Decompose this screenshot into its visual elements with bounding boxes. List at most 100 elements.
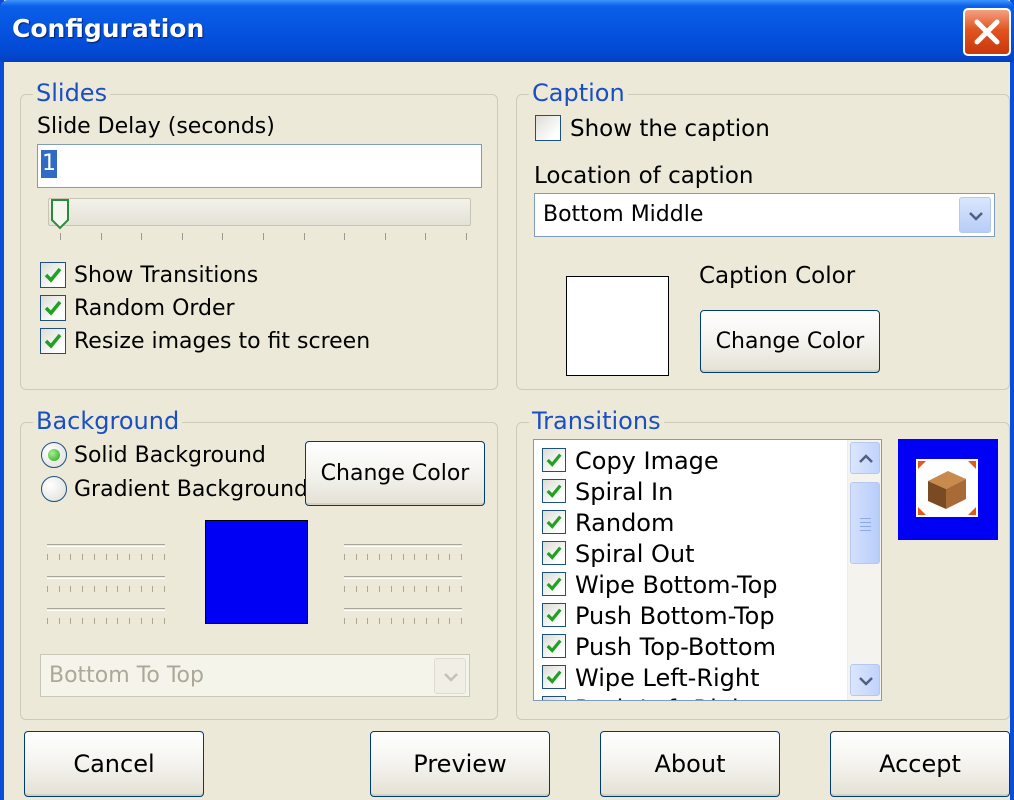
checkmark-icon — [546, 515, 562, 529]
transition-checkbox[interactable] — [542, 665, 566, 689]
slider-tick — [437, 618, 439, 624]
checkmark-icon — [546, 453, 562, 467]
title-bar[interactable]: Configuration — [0, 0, 1014, 62]
scroll-thumb[interactable] — [850, 482, 880, 564]
checkmark-icon — [546, 670, 562, 684]
resize-images-checkbox[interactable] — [40, 328, 66, 354]
preview-button[interactable]: Preview — [370, 731, 550, 797]
slide-delay-label: Slide Delay (seconds) — [37, 114, 275, 139]
transitions-list[interactable]: Copy Image Spiral In Random Spiral Out Wipe … — [533, 439, 882, 701]
caption-change-color-button[interactable]: Change Color — [700, 310, 880, 373]
slider-tick — [58, 554, 60, 560]
slider-tick — [355, 586, 357, 592]
gradient-slider-left-2[interactable] — [47, 576, 165, 600]
gradient-slider-left-1[interactable] — [47, 544, 165, 568]
transition-preview — [898, 439, 998, 540]
transition-checkbox[interactable] — [542, 696, 566, 700]
slide-delay-input[interactable]: 1 — [37, 144, 482, 188]
window-title: Configuration — [12, 14, 205, 43]
slider-tick — [93, 554, 95, 560]
slide-delay-slider[interactable] — [48, 198, 471, 226]
slider-tick — [425, 554, 427, 560]
transition-checkbox[interactable] — [542, 572, 566, 596]
slider-thumb[interactable] — [50, 198, 70, 230]
gradient-slider-right-2[interactable] — [344, 576, 462, 600]
close-icon — [974, 19, 1000, 45]
slider-tick — [461, 554, 462, 560]
background-change-color-button[interactable]: Change Color — [305, 441, 485, 506]
checkmark-icon — [546, 577, 562, 591]
slider-tick — [82, 618, 84, 624]
accept-button[interactable]: Accept — [830, 731, 1010, 797]
transition-label: Push Left-Right — [575, 695, 757, 700]
slider-line — [47, 608, 165, 611]
gradient-slider-left-3[interactable] — [47, 608, 165, 632]
about-button[interactable]: About — [600, 731, 780, 797]
slides-legend: Slides — [33, 80, 111, 106]
slider-tick — [414, 554, 416, 560]
slider-tick — [402, 554, 404, 560]
slider-tick — [379, 554, 381, 560]
chevron-down-icon — [444, 673, 458, 682]
show-caption-checkbox[interactable] — [535, 115, 561, 141]
slider-tick — [344, 618, 345, 624]
slider-tick — [58, 586, 60, 592]
scroll-down-button[interactable] — [850, 664, 880, 696]
slider-tick — [117, 618, 119, 624]
slider-ticks — [60, 233, 470, 241]
dropdown-arrow-button[interactable] — [959, 197, 991, 233]
gradient-slider-right-1[interactable] — [344, 544, 462, 568]
slider-tick — [164, 618, 165, 624]
transitions-scrollbar[interactable] — [847, 440, 881, 700]
slider-tick — [303, 233, 305, 240]
slider-tick — [141, 233, 143, 240]
slider-tick — [128, 586, 130, 592]
solid-background-radio[interactable] — [41, 442, 67, 468]
slider-tick — [164, 554, 165, 560]
slider-line — [47, 576, 165, 579]
slider-tick — [379, 618, 381, 624]
transition-checkbox[interactable] — [542, 603, 566, 627]
slider-tick — [47, 554, 48, 560]
checkmark-icon — [44, 267, 62, 283]
transition-checkbox[interactable] — [542, 634, 566, 658]
transition-checkbox[interactable] — [542, 448, 566, 472]
caption-color-label: Caption Color — [699, 263, 856, 289]
slider-tick — [344, 554, 345, 560]
transition-label: Push Bottom-Top — [575, 602, 775, 630]
show-transitions-checkbox[interactable] — [40, 262, 66, 288]
slider-tick — [466, 233, 467, 240]
slider-tick — [414, 618, 416, 624]
random-order-label: Random Order — [74, 296, 235, 321]
slider-tick — [152, 586, 154, 592]
show-transitions-label: Show Transitions — [74, 263, 259, 288]
transition-checkbox[interactable] — [542, 510, 566, 534]
slider-tick — [58, 618, 60, 624]
random-order-checkbox[interactable] — [40, 295, 66, 321]
cancel-button[interactable]: Cancel — [24, 731, 204, 797]
slider-tick — [414, 586, 416, 592]
gradient-slider-right-3[interactable] — [344, 608, 462, 632]
gradient-background-label: Gradient Background — [74, 477, 308, 502]
slider-tick — [70, 586, 72, 592]
caption-legend: Caption — [529, 80, 628, 106]
slider-tick — [449, 554, 451, 560]
gradient-direction-dropdown[interactable]: Bottom To Top — [40, 654, 470, 697]
resize-images-label: Resize images to fit screen — [74, 329, 371, 354]
scroll-up-button[interactable] — [850, 442, 880, 474]
slider-tick — [117, 554, 119, 560]
slider-tick — [93, 586, 95, 592]
slider-tick — [93, 618, 95, 624]
transition-checkbox[interactable] — [542, 541, 566, 565]
transition-checkbox[interactable] — [542, 479, 566, 503]
caption-location-dropdown[interactable]: Bottom Middle — [534, 193, 995, 237]
slider-tick — [140, 586, 142, 592]
slider-tick — [355, 554, 357, 560]
slider-tick — [47, 618, 48, 624]
dropdown-arrow-button[interactable] — [434, 658, 466, 694]
slider-tick — [449, 618, 451, 624]
gradient-background-radio[interactable] — [41, 476, 67, 502]
slider-tick — [402, 586, 404, 592]
slider-tick — [344, 233, 346, 240]
close-button[interactable] — [963, 8, 1011, 56]
